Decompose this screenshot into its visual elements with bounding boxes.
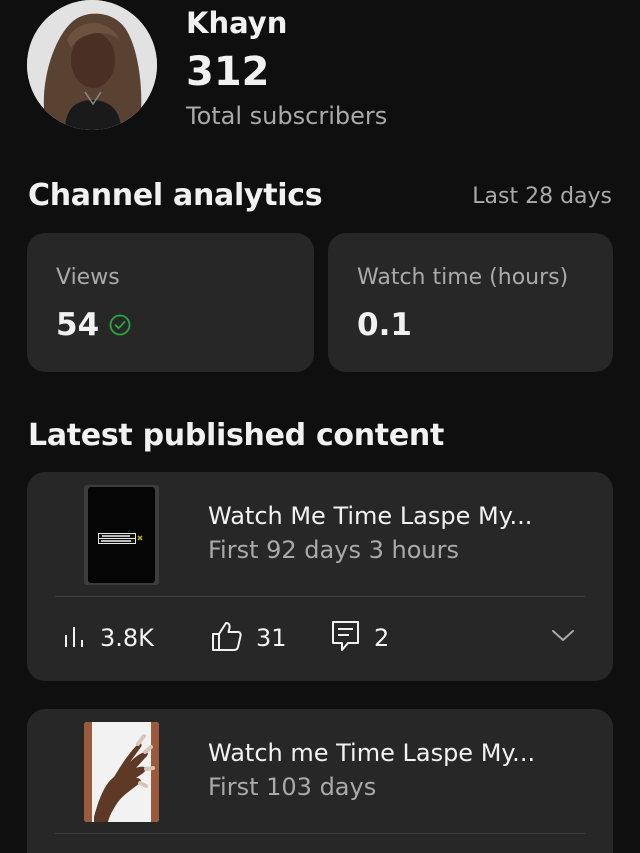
watch-time-label: Watch time (hours): [357, 265, 569, 290]
check-circle-icon: [109, 314, 131, 336]
bar-chart-icon: [62, 623, 88, 653]
video-title[interactable]: Watch me Time Laspe My...: [208, 737, 535, 769]
views-count: 3.8K: [100, 624, 154, 652]
divider: [55, 596, 585, 597]
watch-time-card[interactable]: Watch time (hours) 0.1: [328, 233, 613, 372]
thumbs-up-icon: [210, 619, 244, 657]
video-title[interactable]: Watch Me Time Laspe My...: [208, 500, 532, 532]
video-age: First 103 days: [208, 773, 377, 801]
analytics-title: Channel analytics: [28, 178, 323, 213]
divider: [55, 833, 585, 834]
views-card[interactable]: Views 54: [27, 233, 314, 372]
content-card[interactable]: Watch me Time Laspe My... First 103 days: [27, 709, 613, 853]
views-value: 54: [56, 307, 100, 343]
watch-time-value: 0.1: [357, 307, 412, 343]
views-value-row: 54: [56, 305, 131, 345]
views-label: Views: [56, 265, 120, 290]
subscriber-count: 312: [186, 49, 270, 95]
comments-count: 2: [374, 624, 390, 652]
channel-dashboard: Khayn 312 Total subscribers Channel anal…: [0, 0, 640, 853]
likes-metric: 31: [210, 620, 287, 656]
content-card[interactable]: Watch Me Time Laspe My... First 92 days …: [27, 472, 613, 681]
channel-name: Khayn: [186, 6, 288, 40]
video-age: First 92 days 3 hours: [208, 536, 459, 564]
latest-content-title: Latest published content: [28, 418, 444, 453]
likes-count: 31: [256, 624, 287, 652]
chevron-down-icon[interactable]: [551, 624, 575, 652]
subscriber-label: Total subscribers: [186, 102, 388, 130]
video-thumbnail[interactable]: [84, 485, 159, 585]
comment-icon: [330, 619, 362, 657]
date-range-label[interactable]: Last 28 days: [472, 182, 612, 212]
channel-avatar[interactable]: [27, 0, 157, 130]
comments-metric: 2: [330, 620, 389, 656]
video-thumbnail[interactable]: [84, 722, 159, 822]
views-metric: 3.8K: [62, 620, 154, 656]
